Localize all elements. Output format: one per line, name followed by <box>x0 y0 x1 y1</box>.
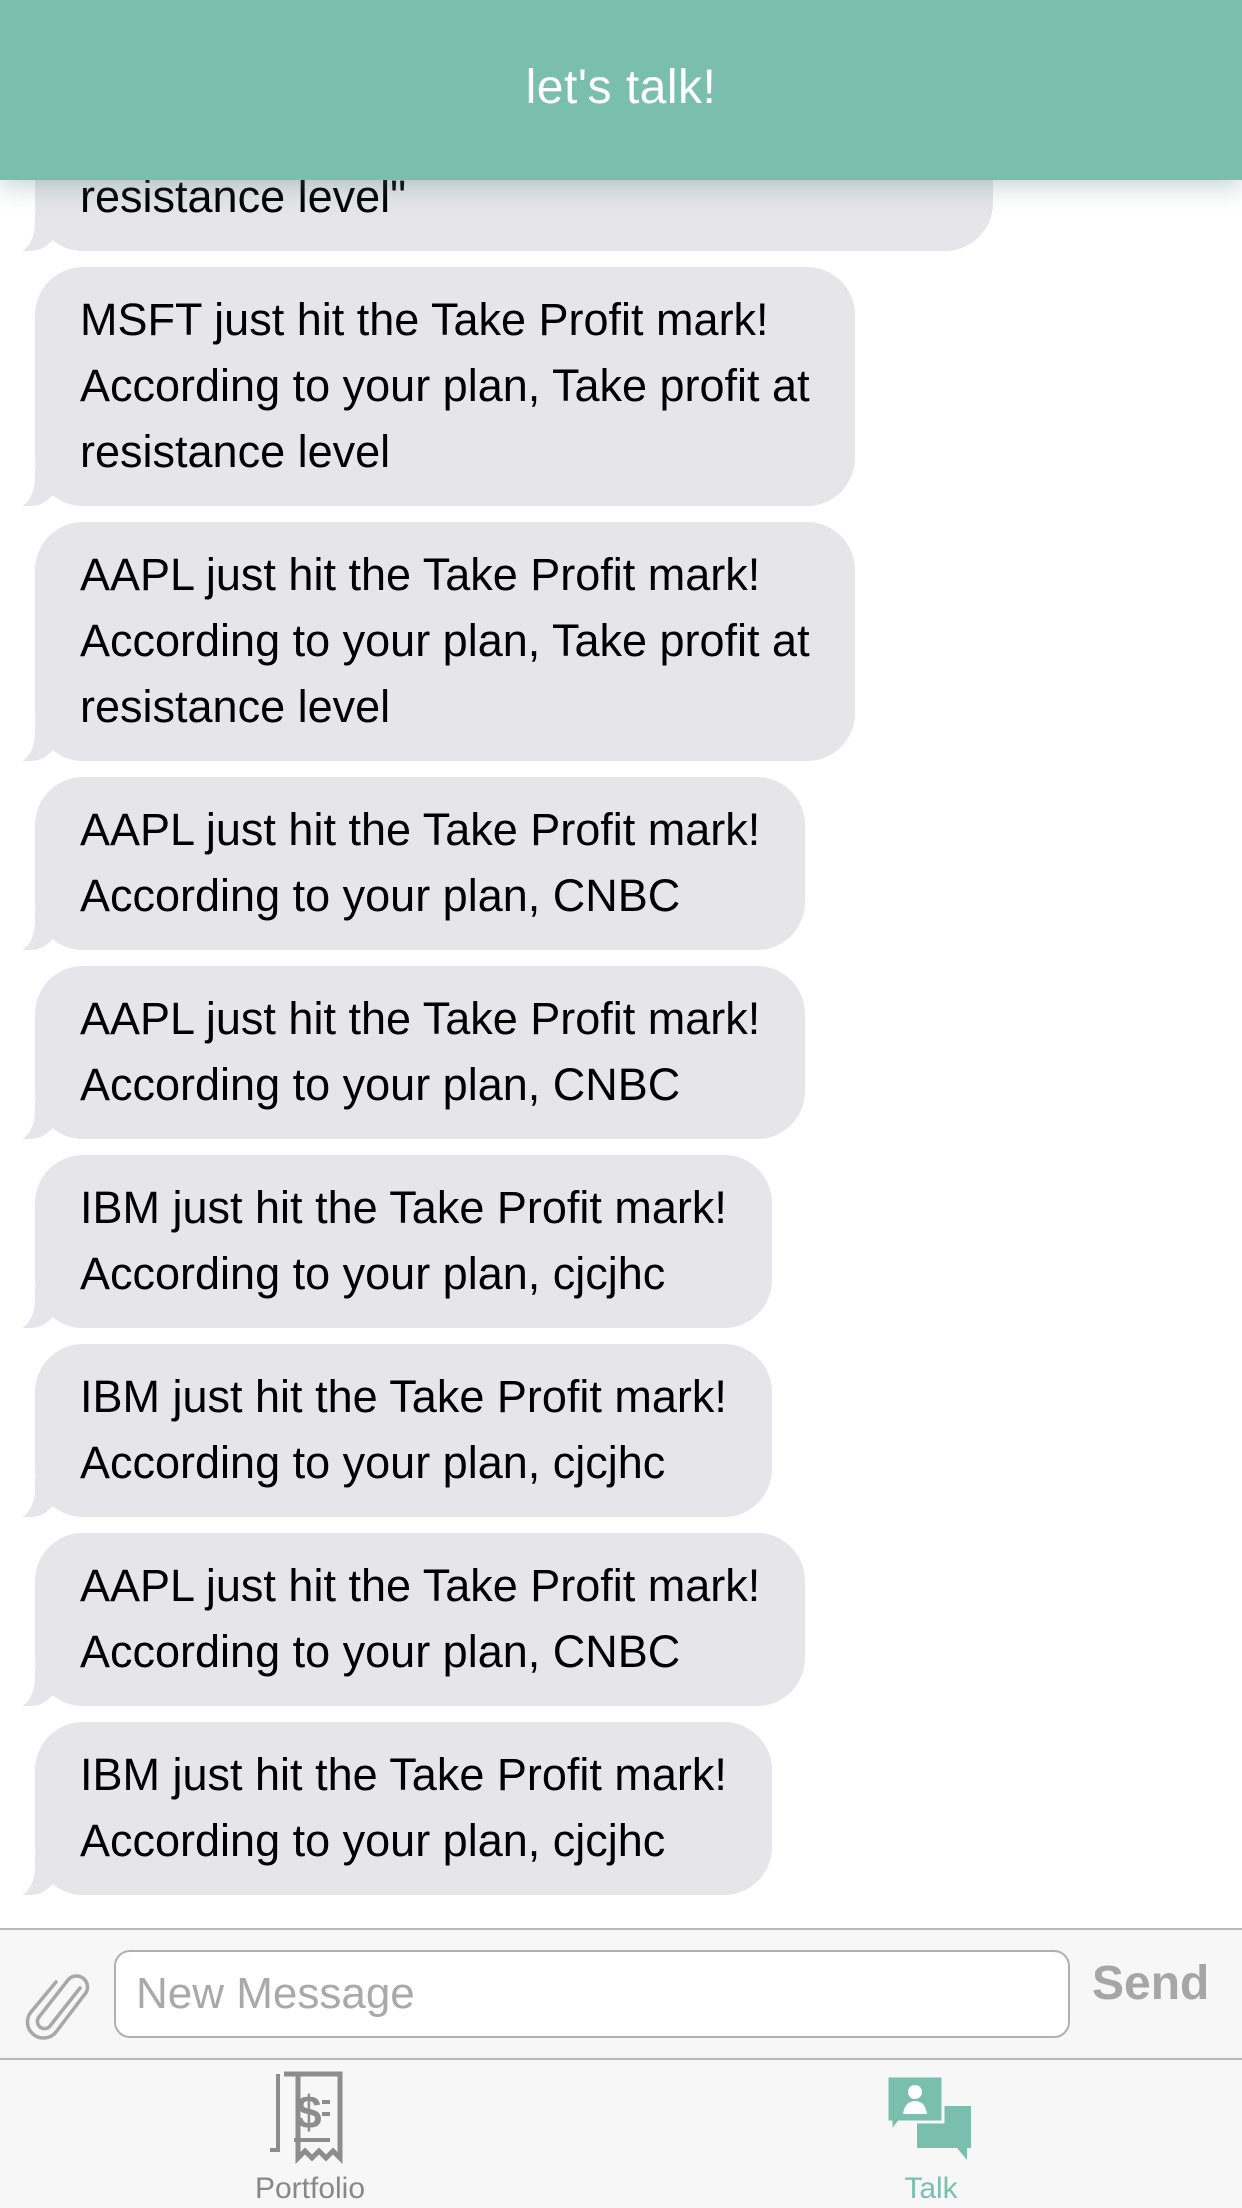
message-text: According to your plan, cjcjhc <box>80 1248 666 1299</box>
message-bubble[interactable]: AAPL just hit the Take Profit mark! Accor… <box>8 1533 806 1708</box>
message-bubble[interactable]: IBM just hit the Take Profit mark! Accord… <box>9 1155 772 1330</box>
message-text: According to your plan, cjcjhc <box>80 1815 666 1866</box>
message-text: IBM just hit the Take Profit mark! <box>80 1371 727 1422</box>
receipt-dollar-icon: $ <box>262 2070 358 2171</box>
message-text: AAPL just hit the Take Profit mark! <box>80 993 761 1044</box>
message-composer: Send <box>0 1928 1242 2060</box>
svg-text:$: $ <box>296 2086 322 2138</box>
send-button[interactable]: Send <box>1092 1956 1209 2011</box>
message-bubble[interactable]: AAPL just hit the Take Profit mark! Accor… <box>8 966 806 1141</box>
message-bubble[interactable]: AAPL just hit the Take Profit mark! Accor… <box>8 777 806 952</box>
message-list[interactable]: resistance level" MSFT just hit the Take … <box>0 120 1242 1928</box>
tab-label: Talk <box>904 2172 958 2205</box>
tab-label: Portfolio <box>254 2172 366 2205</box>
message-bubble[interactable]: IBM just hit the Take Profit mark! Accord… <box>9 1344 772 1519</box>
message-text: AAPL just hit the Take Profit mark! <box>80 1560 761 1611</box>
chat-bubbles-icon <box>883 2070 979 2171</box>
message-text: resistance level <box>80 681 391 732</box>
message-text: resistance level <box>80 426 391 477</box>
message-text: IBM just hit the Take Profit mark! <box>80 1749 727 1800</box>
paperclip-icon[interactable] <box>22 1970 92 2040</box>
tab-bar: $ Portfolio Talk <box>0 2060 1242 2208</box>
new-message-input[interactable] <box>114 1950 1070 2038</box>
message-text: According to your plan, cjcjhc <box>80 1437 666 1488</box>
message-text: According to your plan, Take profit at <box>80 360 810 411</box>
nav-header: let's talk! <box>0 0 1242 180</box>
message-text: According to your plan, CNBC <box>80 870 681 921</box>
tab-talk[interactable]: Talk <box>781 2060 1081 2208</box>
tab-portfolio[interactable]: $ Portfolio <box>160 2060 460 2208</box>
message-text: MSFT just hit the Take Profit mark! <box>80 294 769 345</box>
message-text: According to your plan, Take profit at <box>80 615 810 666</box>
message-bubble[interactable]: IBM just hit the Take Profit mark! Accord… <box>9 1722 772 1897</box>
message-text: According to your plan, CNBC <box>80 1059 681 1110</box>
message-text: According to your plan, CNBC <box>80 1626 681 1677</box>
message-text: AAPL just hit the Take Profit mark! <box>80 804 761 855</box>
message-bubble[interactable]: MSFT just hit the Take Profit mark! Accor… <box>9 267 855 508</box>
message-text: IBM just hit the Take Profit mark! <box>80 1182 727 1233</box>
message-text: AAPL just hit the Take Profit mark! <box>80 549 761 600</box>
page-title: let's talk! <box>525 60 717 114</box>
message-bubble[interactable]: AAPL just hit the Take Profit mark! Accor… <box>9 522 855 763</box>
